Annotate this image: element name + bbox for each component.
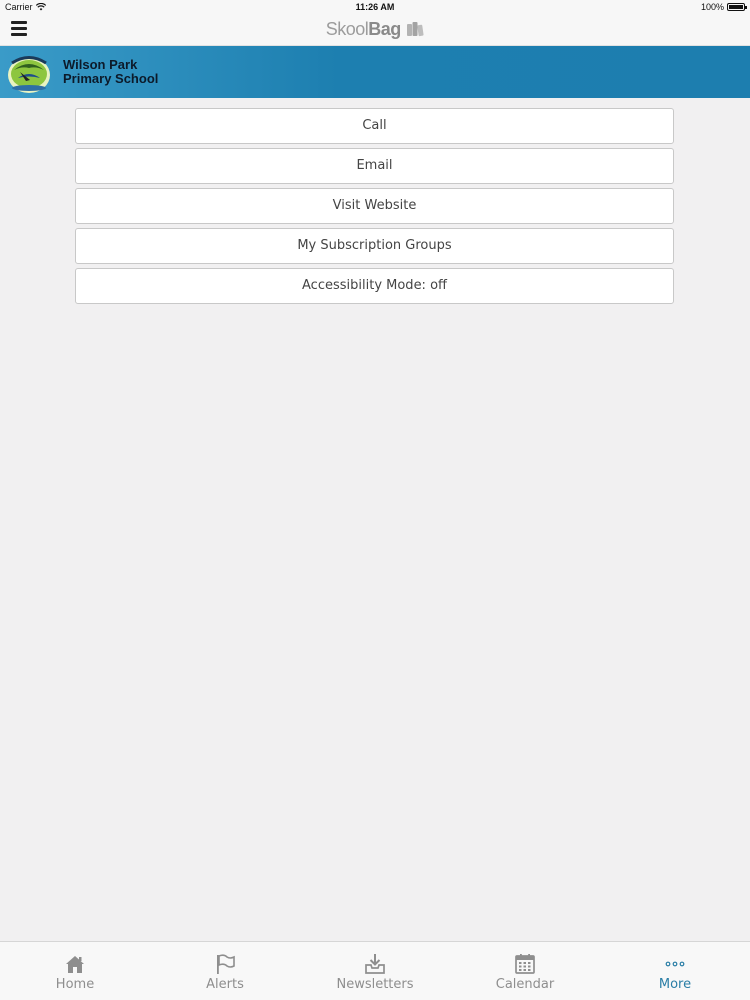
tab-more[interactable]: More xyxy=(600,942,750,1000)
more-actions-list: Call Email Visit Website My Subscription… xyxy=(75,108,674,308)
status-bar: Carrier 11:26 AM 100% xyxy=(0,0,750,16)
call-button[interactable]: Call xyxy=(75,108,674,144)
school-name-line1: Wilson Park xyxy=(63,57,138,72)
flag-icon xyxy=(217,954,235,974)
school-banner: Wilson Park Primary School xyxy=(0,46,750,98)
email-button[interactable]: Email xyxy=(75,148,674,184)
app-logo-light: Skool xyxy=(325,19,369,39)
tab-more-label: More xyxy=(658,977,692,992)
school-name: Wilson Park Primary School xyxy=(63,58,158,86)
tab-home-label: Home xyxy=(55,977,95,992)
tab-newsletters[interactable]: Newsletters xyxy=(300,942,450,1000)
tab-home[interactable]: Home xyxy=(0,942,150,1000)
calendar-icon xyxy=(515,954,535,974)
more-dots-icon xyxy=(665,961,685,967)
battery-percent: 100% xyxy=(700,2,724,12)
app-logo: SkoolBag xyxy=(0,19,750,40)
tab-calendar[interactable]: Calendar xyxy=(450,942,600,1000)
nav-bar: SkoolBag xyxy=(0,16,750,46)
inbox-download-icon xyxy=(365,954,385,974)
tab-calendar-label: Calendar xyxy=(495,977,555,992)
battery-indicator: 100% xyxy=(700,2,747,12)
school-name-line2: Primary School xyxy=(63,71,159,86)
subscription-groups-button[interactable]: My Subscription Groups xyxy=(75,228,674,264)
battery-icon xyxy=(727,3,747,11)
accessibility-mode-button[interactable]: Accessibility Mode: off xyxy=(75,268,674,304)
status-time: 11:26 AM xyxy=(355,2,395,12)
books-icon xyxy=(407,22,424,37)
visit-website-button[interactable]: Visit Website xyxy=(75,188,674,224)
school-crest-logo xyxy=(8,56,50,93)
app-logo-bold: Bag xyxy=(368,19,401,39)
tab-bar: Home Alerts Newsletters Calendar More xyxy=(0,941,750,1000)
tab-newsletters-label: Newsletters xyxy=(336,977,414,992)
tab-alerts-label: Alerts xyxy=(206,977,244,992)
tab-alerts[interactable]: Alerts xyxy=(150,942,300,1000)
home-icon xyxy=(66,956,84,973)
